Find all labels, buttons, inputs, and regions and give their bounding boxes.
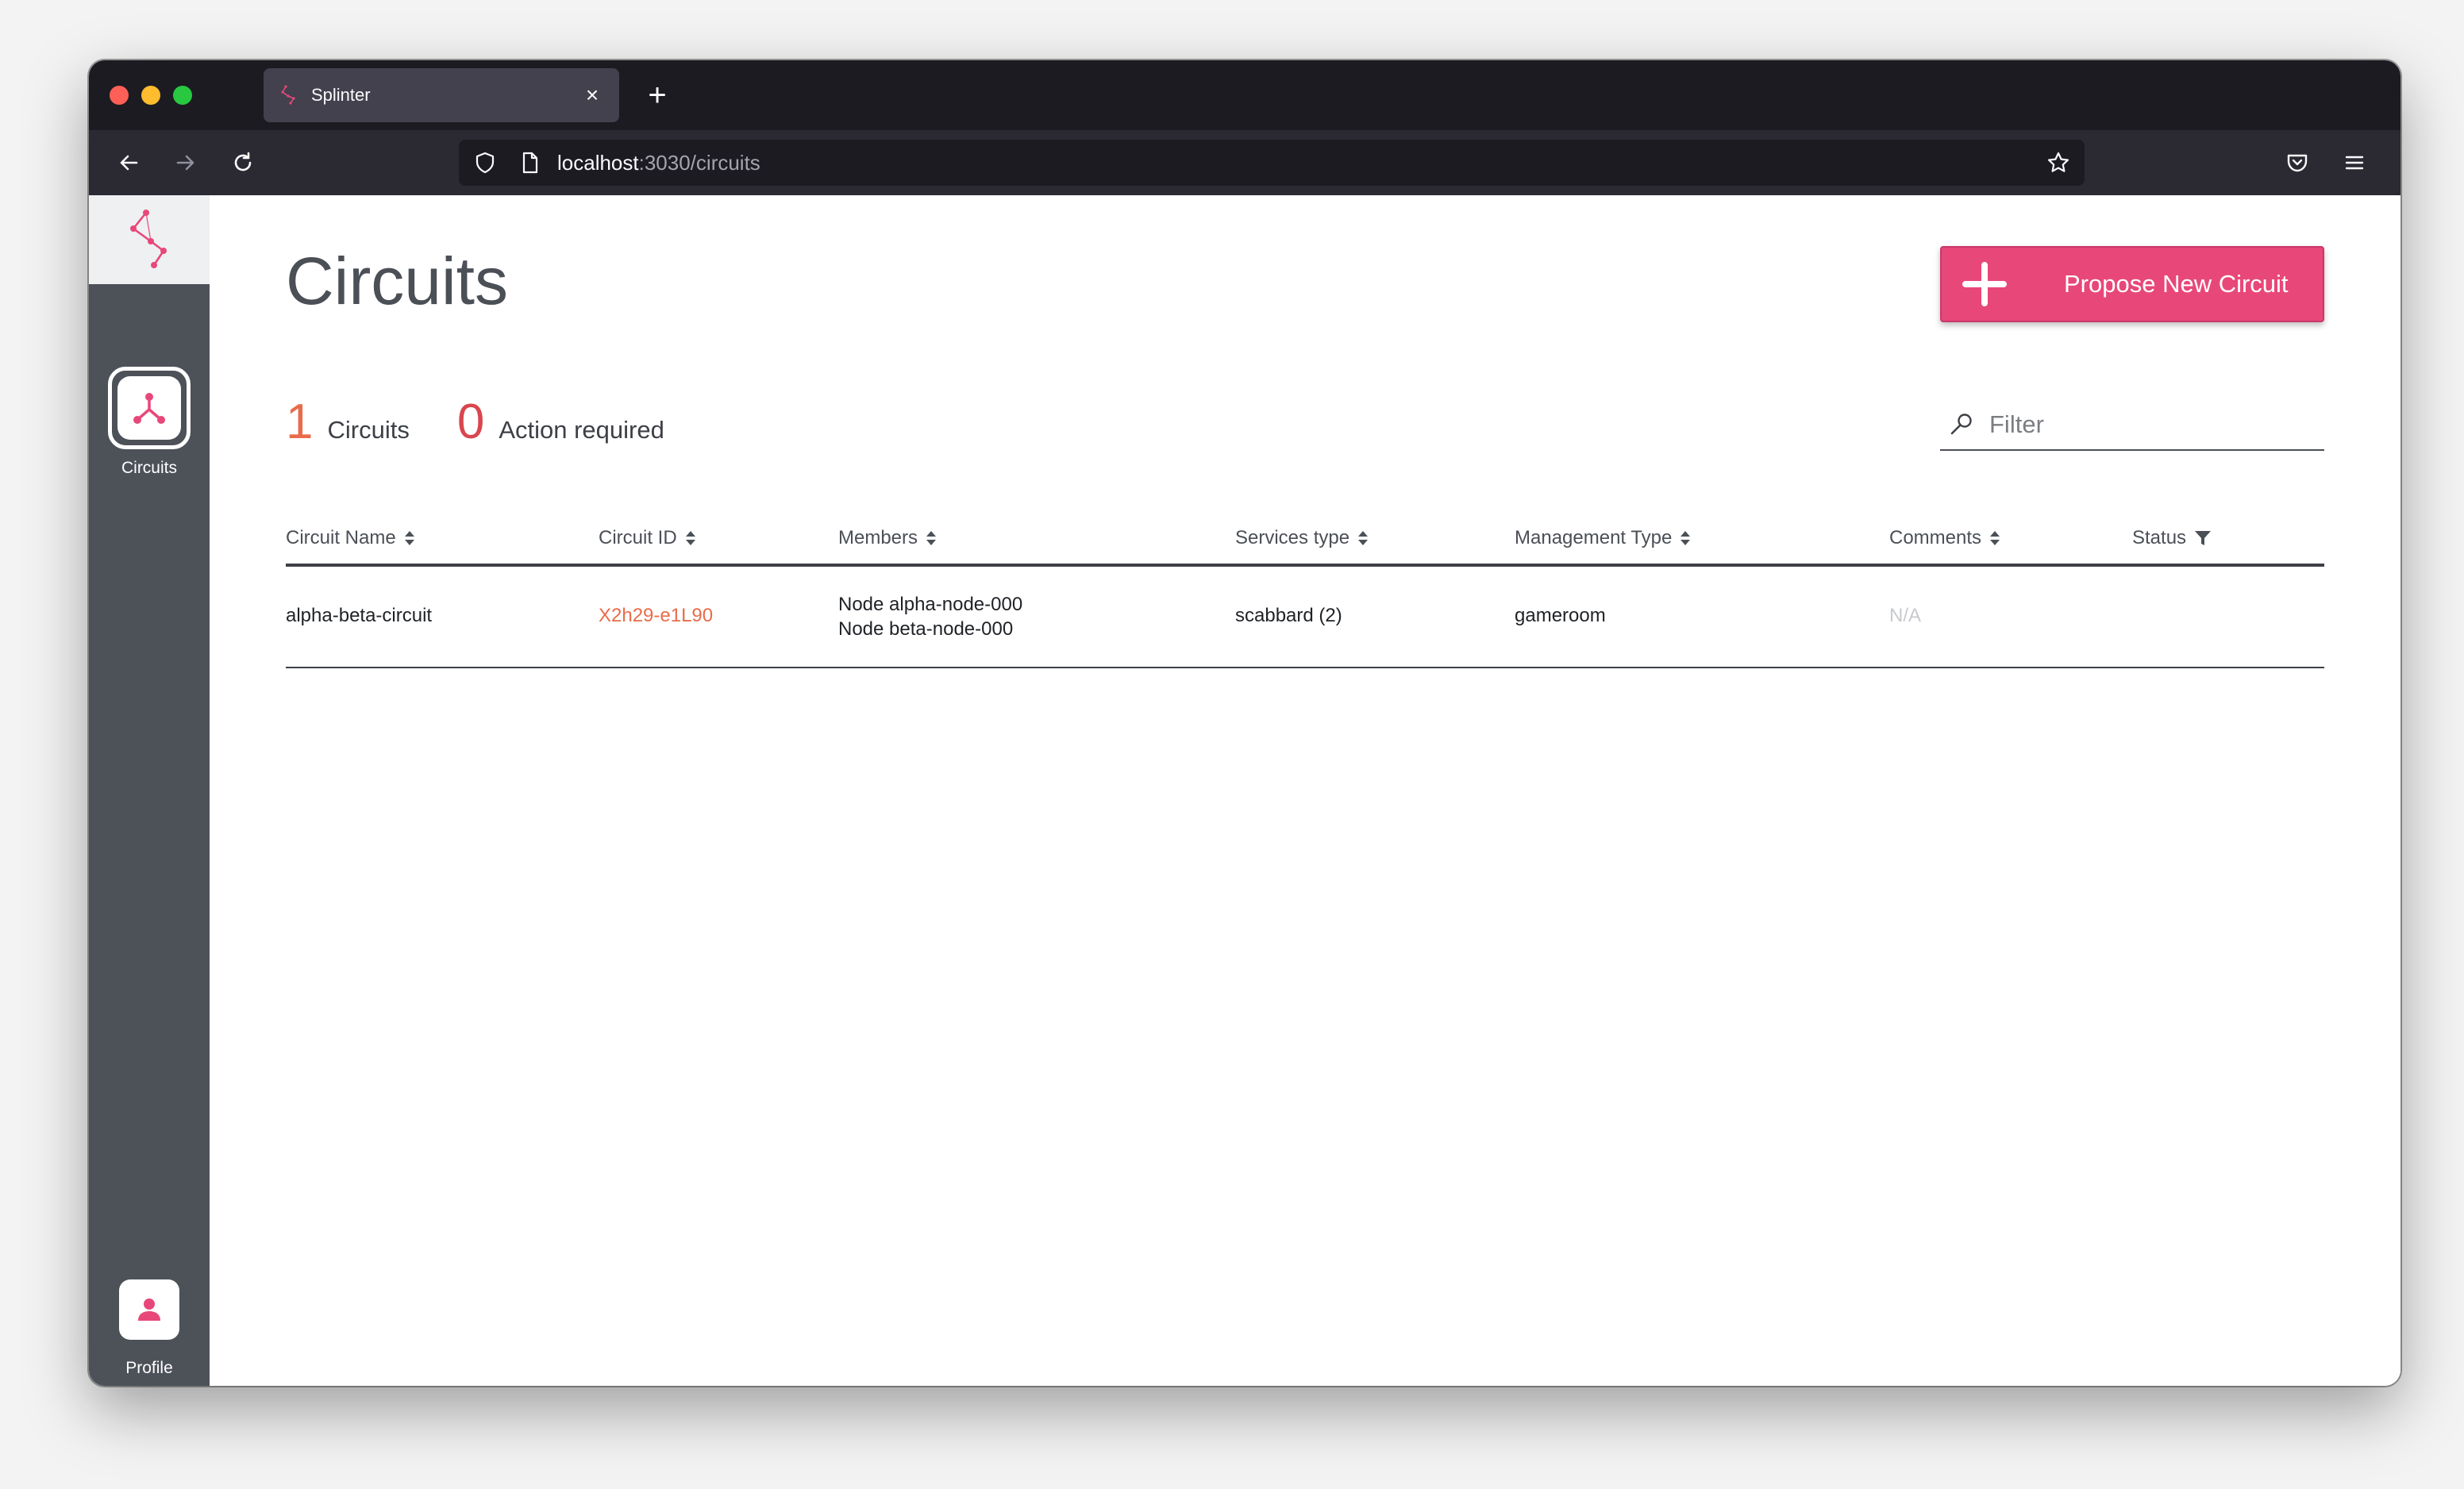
tab-bar: Splinter × + (89, 60, 2400, 130)
sidebar-item-circuits[interactable]: Circuits (89, 367, 210, 478)
sidebar-item-profile[interactable]: Profile (89, 1279, 210, 1378)
minimize-window-button[interactable] (141, 86, 160, 105)
funnel-filter-icon[interactable] (2194, 529, 2212, 547)
circuit-stats: 1 Circuits 0 Action required (286, 394, 664, 450)
page-title: Circuits (286, 244, 509, 318)
header-label: Members (838, 527, 918, 548)
header-label: Services type (1235, 527, 1350, 548)
pocket-button[interactable] (2278, 144, 2316, 181)
header-comments[interactable]: Comments (1889, 527, 2000, 549)
circuit-icon (133, 393, 165, 424)
sidebar-label-profile: Profile (125, 1359, 173, 1377)
sort-icon (1358, 531, 1369, 545)
sort-icon (926, 531, 937, 545)
sidebar-logo[interactable] (89, 195, 210, 284)
cell-services-type: scabbard (2) (1235, 605, 1342, 626)
bookmark-star-icon[interactable] (2046, 151, 2070, 175)
back-button[interactable] (110, 144, 148, 181)
member-item: Node beta-node-000 (838, 618, 1014, 640)
sort-icon (685, 531, 695, 545)
header-label: Status (2132, 527, 2187, 548)
tab-title: Splinter (311, 85, 371, 105)
table-row[interactable]: alpha-beta-circuit X2h29-e1L90 Node alph… (286, 567, 2324, 668)
page-icon (522, 152, 538, 174)
cell-circuit-id-link[interactable]: X2h29-e1L90 (599, 605, 713, 627)
filter-field[interactable] (1940, 400, 2324, 451)
url-path: :3030/circuits (638, 150, 760, 175)
menu-button[interactable] (2335, 144, 2374, 181)
person-icon (138, 1299, 160, 1321)
action-required-count: 0 (456, 394, 485, 449)
maximize-window-button[interactable] (173, 86, 192, 105)
splinter-logo-icon (130, 210, 167, 268)
circuits-count-label: Circuits (327, 416, 410, 444)
close-window-button[interactable] (110, 86, 129, 105)
arrow-left-icon (120, 155, 138, 171)
table-header: Circuit Name Circuit ID Members Services… (286, 513, 2324, 567)
new-tab-button[interactable]: + (637, 75, 678, 116)
circuits-count: 1 (286, 394, 314, 449)
cell-circuit-name: alpha-beta-circuit (286, 605, 433, 626)
navigation-bar: localhost:3030/circuits (89, 130, 2400, 195)
header-status[interactable]: Status (2132, 527, 2212, 549)
reload-icon (234, 152, 252, 171)
propose-button-label: Propose New Circuit (2064, 270, 2289, 298)
page-content: Circuits Profile Circuits Propose New Ci… (89, 195, 2400, 1386)
url-bar[interactable]: localhost:3030/circuits (459, 140, 2085, 186)
shield-icon[interactable] (473, 151, 497, 175)
header-label: Circuit Name (286, 527, 396, 548)
sort-icon (1681, 531, 1691, 545)
header-label: Circuit ID (599, 527, 677, 548)
sort-icon (1990, 531, 2000, 545)
sort-icon (404, 531, 414, 545)
header-members[interactable]: Members (838, 527, 937, 549)
circuits-tile-inner (117, 376, 181, 440)
cell-members: Node alpha-node-000 Node beta-node-000 (838, 592, 1022, 641)
url-host: localhost (557, 150, 639, 175)
circuits-tile[interactable] (108, 367, 191, 449)
main-content: Circuits Propose New Circuit 1 Circuits … (286, 195, 2324, 1386)
arrow-right-icon (176, 155, 194, 171)
cell-comments: N/A (1889, 605, 1922, 626)
forward-button[interactable] (167, 144, 205, 181)
propose-new-circuit-button[interactable]: Propose New Circuit (1940, 246, 2324, 322)
circuits-table: Circuit Name Circuit ID Members Services… (286, 513, 2324, 668)
pocket-icon (2287, 154, 2308, 172)
header-label: Comments (1889, 527, 1982, 548)
search-icon (1950, 414, 1972, 435)
hamburger-menu-icon (2345, 156, 2364, 170)
member-item: Node alpha-node-000 (838, 594, 1023, 615)
action-required-label: Action required (499, 416, 664, 444)
plus-icon (1962, 262, 2007, 306)
header-services-type[interactable]: Services type (1235, 527, 1369, 549)
header-circuit-id[interactable]: Circuit ID (599, 527, 696, 549)
sidebar-label-circuits: Circuits (121, 459, 177, 477)
cell-management-type: gameroom (1515, 605, 1606, 626)
profile-tile[interactable] (119, 1279, 179, 1340)
browser-window: Splinter × + localhost:3030/circuits Cir… (89, 60, 2400, 1386)
header-label: Management Type (1515, 527, 1673, 548)
sidebar: Circuits Profile (89, 195, 210, 1386)
splinter-logo-icon (281, 85, 295, 105)
filter-input[interactable] (1989, 410, 2307, 439)
header-management-type[interactable]: Management Type (1515, 527, 1691, 549)
tab-close-icon[interactable]: × (579, 84, 605, 106)
header-circuit-name[interactable]: Circuit Name (286, 527, 415, 549)
reload-button[interactable] (224, 144, 262, 181)
url-text[interactable]: localhost:3030/circuits (557, 151, 2046, 175)
browser-tab[interactable]: Splinter × (264, 68, 619, 122)
